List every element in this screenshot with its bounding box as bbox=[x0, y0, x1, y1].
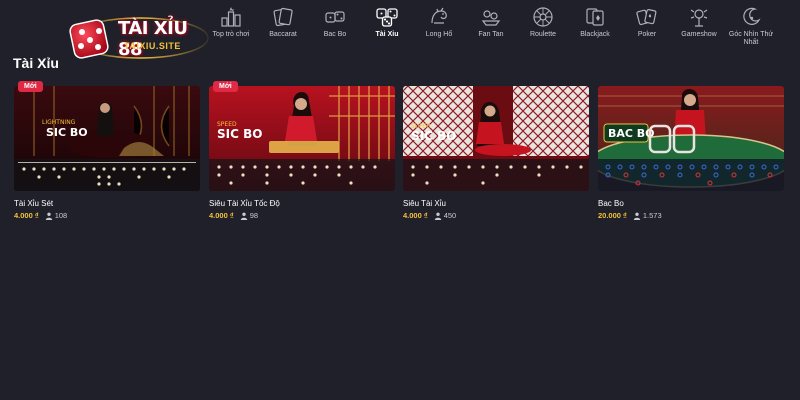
nav-label: Poker bbox=[637, 31, 657, 38]
game-title[interactable]: Tài Xỉu Sét bbox=[14, 199, 200, 208]
game-title[interactable]: Siêu Tài Xỉu Tốc Độ bbox=[209, 199, 395, 208]
game-thumbnail[interactable]: BAC BO bbox=[598, 86, 784, 191]
bet-board-overlay bbox=[403, 159, 589, 191]
game-meta: 4.000 ₫ 98 bbox=[209, 211, 395, 220]
player-count: 1.573 bbox=[642, 211, 662, 220]
bet-board-graphic bbox=[411, 165, 583, 185]
top-games-icon bbox=[221, 7, 241, 27]
svg-text:LIGHTNING: LIGHTNING bbox=[42, 119, 76, 126]
nav-item-fan-tan[interactable]: Fan Tan bbox=[465, 2, 517, 50]
poker-icon bbox=[636, 8, 657, 26]
nav-label: Góc Nhìn Thứ Nhất bbox=[728, 31, 774, 46]
min-bet: 4.000 ₫ bbox=[209, 211, 234, 220]
brand-logo[interactable]: TÀI XỈU 88 TAIXIU.SITE bbox=[60, 8, 210, 62]
svg-text:SIC BO: SIC BO bbox=[217, 127, 262, 141]
nav-item-first-person[interactable]: Góc Nhìn Thứ Nhất bbox=[725, 2, 777, 50]
user-icon bbox=[45, 212, 52, 220]
gameshow-icon bbox=[690, 9, 708, 27]
top-bar: TÀI XỈU 88 TAIXIU.SITE Top trò chơi Bacc… bbox=[0, 0, 800, 60]
fan-tan-icon bbox=[481, 10, 501, 26]
player-count: 98 bbox=[249, 211, 259, 220]
section-title: Tài Xỉu bbox=[13, 55, 59, 71]
user-icon bbox=[633, 212, 641, 220]
game-meta: 4.000 ₫ 108 bbox=[14, 211, 200, 220]
nav-label: Top trò chơi bbox=[212, 31, 250, 38]
baccarat-icon bbox=[273, 7, 293, 27]
category-nav: Top trò chơi Baccarat Bac Bo Tài Xỉu Lon… bbox=[205, 2, 777, 50]
min-bet: 4.000 ₫ bbox=[403, 211, 428, 220]
nav-item-long-ho[interactable]: Long Hổ bbox=[413, 2, 465, 50]
nav-item-tai-xiu[interactable]: Tài Xỉu bbox=[361, 2, 413, 50]
first-person-icon bbox=[743, 7, 761, 25]
nav-label: Blackjack bbox=[580, 31, 610, 38]
game-thumbnail[interactable]: SPEED SIC BO bbox=[209, 86, 395, 191]
nav-item-top-games[interactable]: Top trò chơi bbox=[205, 2, 257, 50]
player-count: 108 bbox=[54, 211, 68, 220]
nav-label: Gameshow bbox=[681, 31, 717, 38]
min-bet: 20.000 ₫ bbox=[598, 211, 627, 220]
game-meta: 20.000 ₫ 1.573 bbox=[598, 211, 784, 220]
game-card-speed-sic-bo[interactable]: SPEED SIC BO Mới Siêu Tài Xỉu Tốc Độ 4.0… bbox=[209, 81, 395, 220]
game-title[interactable]: Bac Bo bbox=[598, 199, 784, 208]
nav-item-baccarat[interactable]: Baccarat bbox=[257, 2, 309, 50]
nav-item-bac-bo[interactable]: Bac Bo bbox=[309, 2, 361, 50]
nav-label: Bac Bo bbox=[323, 31, 347, 38]
user-icon bbox=[434, 212, 441, 220]
sicbo-dice-icon bbox=[376, 8, 398, 27]
bet-board-overlay bbox=[209, 159, 395, 191]
min-bet: 4.000 ₫ bbox=[14, 211, 39, 220]
roulette-icon bbox=[533, 7, 553, 27]
bet-board-graphic bbox=[605, 164, 779, 186]
nav-item-poker[interactable]: Poker bbox=[621, 2, 673, 50]
nav-label: Tài Xỉu bbox=[375, 31, 399, 38]
game-card-bac-bo[interactable]: BAC BO Bac Bo 20.000 ₫ 1.573 bbox=[598, 86, 784, 220]
blackjack-icon bbox=[586, 8, 604, 26]
game-title[interactable]: Siêu Tài Xỉu bbox=[403, 199, 589, 208]
game-thumbnail[interactable]: LIGHTNING SIC BO bbox=[14, 86, 200, 191]
new-badge: Mới bbox=[213, 81, 238, 92]
game-thumbnail[interactable]: SUPER SIC BO bbox=[403, 86, 589, 191]
bet-board-graphic bbox=[18, 162, 196, 186]
svg-text:SIC BO: SIC BO bbox=[46, 126, 88, 139]
game-card-super-sic-bo[interactable]: SUPER SIC BO Siêu Tài Xỉu 4.000 ₫ 450 bbox=[403, 86, 589, 220]
nav-label: Roulette bbox=[529, 31, 557, 38]
game-meta: 4.000 ₫ 450 bbox=[403, 211, 589, 220]
game-card-lightning-sic-bo[interactable]: LIGHTNING SIC BO Mới Tài Xỉu Sét 4.000 ₫… bbox=[14, 81, 200, 220]
nav-label: Baccarat bbox=[269, 31, 297, 38]
nav-item-gameshow[interactable]: Gameshow bbox=[673, 2, 725, 50]
new-badge: Mới bbox=[18, 81, 43, 92]
bet-board-overlay bbox=[598, 159, 784, 191]
dice-icon bbox=[325, 11, 345, 23]
bet-board-overlay bbox=[14, 159, 200, 191]
brand-title: TÀI XỈU 88 bbox=[118, 18, 188, 60]
dice-logo-icon bbox=[69, 19, 109, 59]
nav-label: Fan Tan bbox=[478, 31, 504, 38]
user-icon bbox=[240, 212, 247, 220]
nav-item-roulette[interactable]: Roulette bbox=[517, 2, 569, 50]
dragon-tiger-icon bbox=[431, 7, 447, 24]
nav-item-blackjack[interactable]: Blackjack bbox=[569, 2, 621, 50]
svg-text:BAC BO: BAC BO bbox=[608, 127, 655, 140]
player-count: 450 bbox=[443, 211, 457, 220]
svg-text:SIC BO: SIC BO bbox=[411, 129, 456, 143]
bet-board-graphic bbox=[217, 165, 377, 185]
brand-subtitle: TAIXIU.SITE bbox=[124, 41, 181, 51]
nav-label: Long Hổ bbox=[425, 31, 453, 38]
